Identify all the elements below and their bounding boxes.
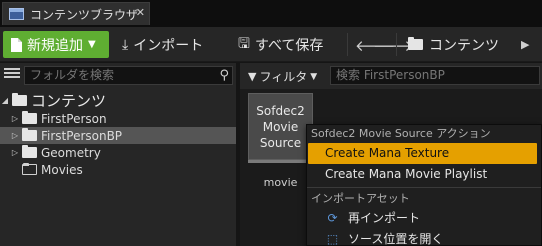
folder-search-placeholder: フォルダを検索 [30,68,115,82]
import-label: インポート [133,37,204,54]
collapsed-arrow-icon[interactable]: ▷ [10,114,20,123]
menu-section-header: Sofdec2 Movie Source アクション [311,127,491,140]
folder-icon [408,37,423,50]
menu-item-open-source-location[interactable]: ⬚ ソース位置を開く [307,229,541,246]
tree-item-firstperson[interactable]: ▷ FirstPerson [0,110,236,127]
filter-button[interactable]: ▼ フィルタ ▼ [248,67,317,86]
tree-item-movies[interactable]: Movies [0,161,236,178]
menu-item-reimport[interactable]: ⟳ 再インポート [307,208,541,229]
sources-panel: フォルダを検索 ⚲ ◢ コンテンツ ▷ FirstPerson ▷ FirstP… [0,63,236,246]
toolbar-divider [396,33,397,56]
asset-search-input[interactable]: 検索 FirstPersonBP [330,66,540,85]
asset-thumbnail[interactable]: Sofdec2 Movie Source [248,93,313,160]
folder-icon [22,111,37,124]
import-icon: ⤓ [122,36,129,53]
folder-tree: ◢ コンテンツ ▷ FirstPerson ▷ FirstPersonBP ▷ … [0,90,236,178]
filter-icon: ▼ [248,70,257,83]
chevron-right-icon[interactable]: ▶ [521,38,529,51]
import-button[interactable]: ⤓ インポート [122,31,203,58]
content-browser-icon [9,8,24,20]
save-icon: 🖫 [238,35,250,52]
breadcrumb-label: コンテンツ [429,37,499,54]
add-new-button[interactable]: 新規追加 ▼ [3,31,109,58]
tree-item-content[interactable]: ◢ コンテンツ [0,90,236,110]
menu-item-label: 再インポート [348,211,421,225]
toolbar-divider [347,33,348,56]
new-document-icon [11,37,22,52]
folder-search-input[interactable]: フォルダを検索 ⚲ [24,66,233,85]
close-icon[interactable]: ✕ [136,6,145,19]
folder-icon [22,163,37,175]
tab-title: コンテンツブラウザ [30,7,139,22]
asset-type-bar [248,160,313,163]
folder-icon [12,92,27,106]
menu-item-create-mana-texture[interactable]: Create Mana Texture [308,143,537,164]
breadcrumb-content[interactable]: コンテンツ [406,31,499,58]
tab-content-browser[interactable]: コンテンツブラウザ ✕ [2,2,150,25]
save-all-label: すべて保存 [254,37,324,54]
collapsed-arrow-icon[interactable]: ▷ [10,131,20,140]
asset-search-placeholder: 検索 FirstPersonBP [336,68,445,82]
filter-label: フィルタ [259,70,308,84]
expanded-arrow-icon[interactable]: ◢ [0,96,10,105]
menu-item-label: ソース位置を開く [348,232,444,246]
collapsed-arrow-icon[interactable]: ▷ [10,148,20,157]
tree-item-label: FirstPersonBP [41,128,123,143]
search-icon[interactable]: ⚲ [219,67,229,84]
chevron-down-icon: ▼ [88,39,96,50]
sources-search-row: フォルダを検索 ⚲ [0,63,236,88]
source-location-icon: ⬚ [326,232,339,246]
menu-section-header: インポートアセット [311,192,410,205]
toolbar: 新規追加 ▼ ⤓ インポート 🖫 すべて保存 🡐 🡒 コンテンツ ▶ [0,27,542,62]
asset-label[interactable]: movie [248,176,313,189]
asset-thumbnail-text: Sofdec2 Movie Source [256,103,305,150]
menu-divider [307,187,541,188]
add-new-label: 新規追加 [27,37,83,54]
tree-item-label: Geometry [41,145,101,160]
sources-list-icon[interactable] [4,68,20,82]
folder-icon [22,145,37,158]
tab-bar: コンテンツブラウザ ✕ [0,0,542,27]
tree-item-geometry[interactable]: ▷ Geometry [0,144,236,161]
tree-item-label: Movies [41,162,83,177]
tree-item-label: FirstPerson [41,111,107,126]
tree-item-firstpersonbp[interactable]: ▷ FirstPersonBP [0,127,236,144]
folder-icon [22,128,37,141]
menu-item-create-mana-movie-playlist[interactable]: Create Mana Movie Playlist [307,164,541,185]
tree-item-label: コンテンツ [31,91,107,110]
chevron-down-icon: ▼ [310,71,318,82]
context-menu: Sofdec2 Movie Source アクション Create Mana T… [306,124,542,246]
save-all-button[interactable]: 🖫 すべて保存 [238,31,323,58]
reimport-icon: ⟳ [327,211,338,225]
